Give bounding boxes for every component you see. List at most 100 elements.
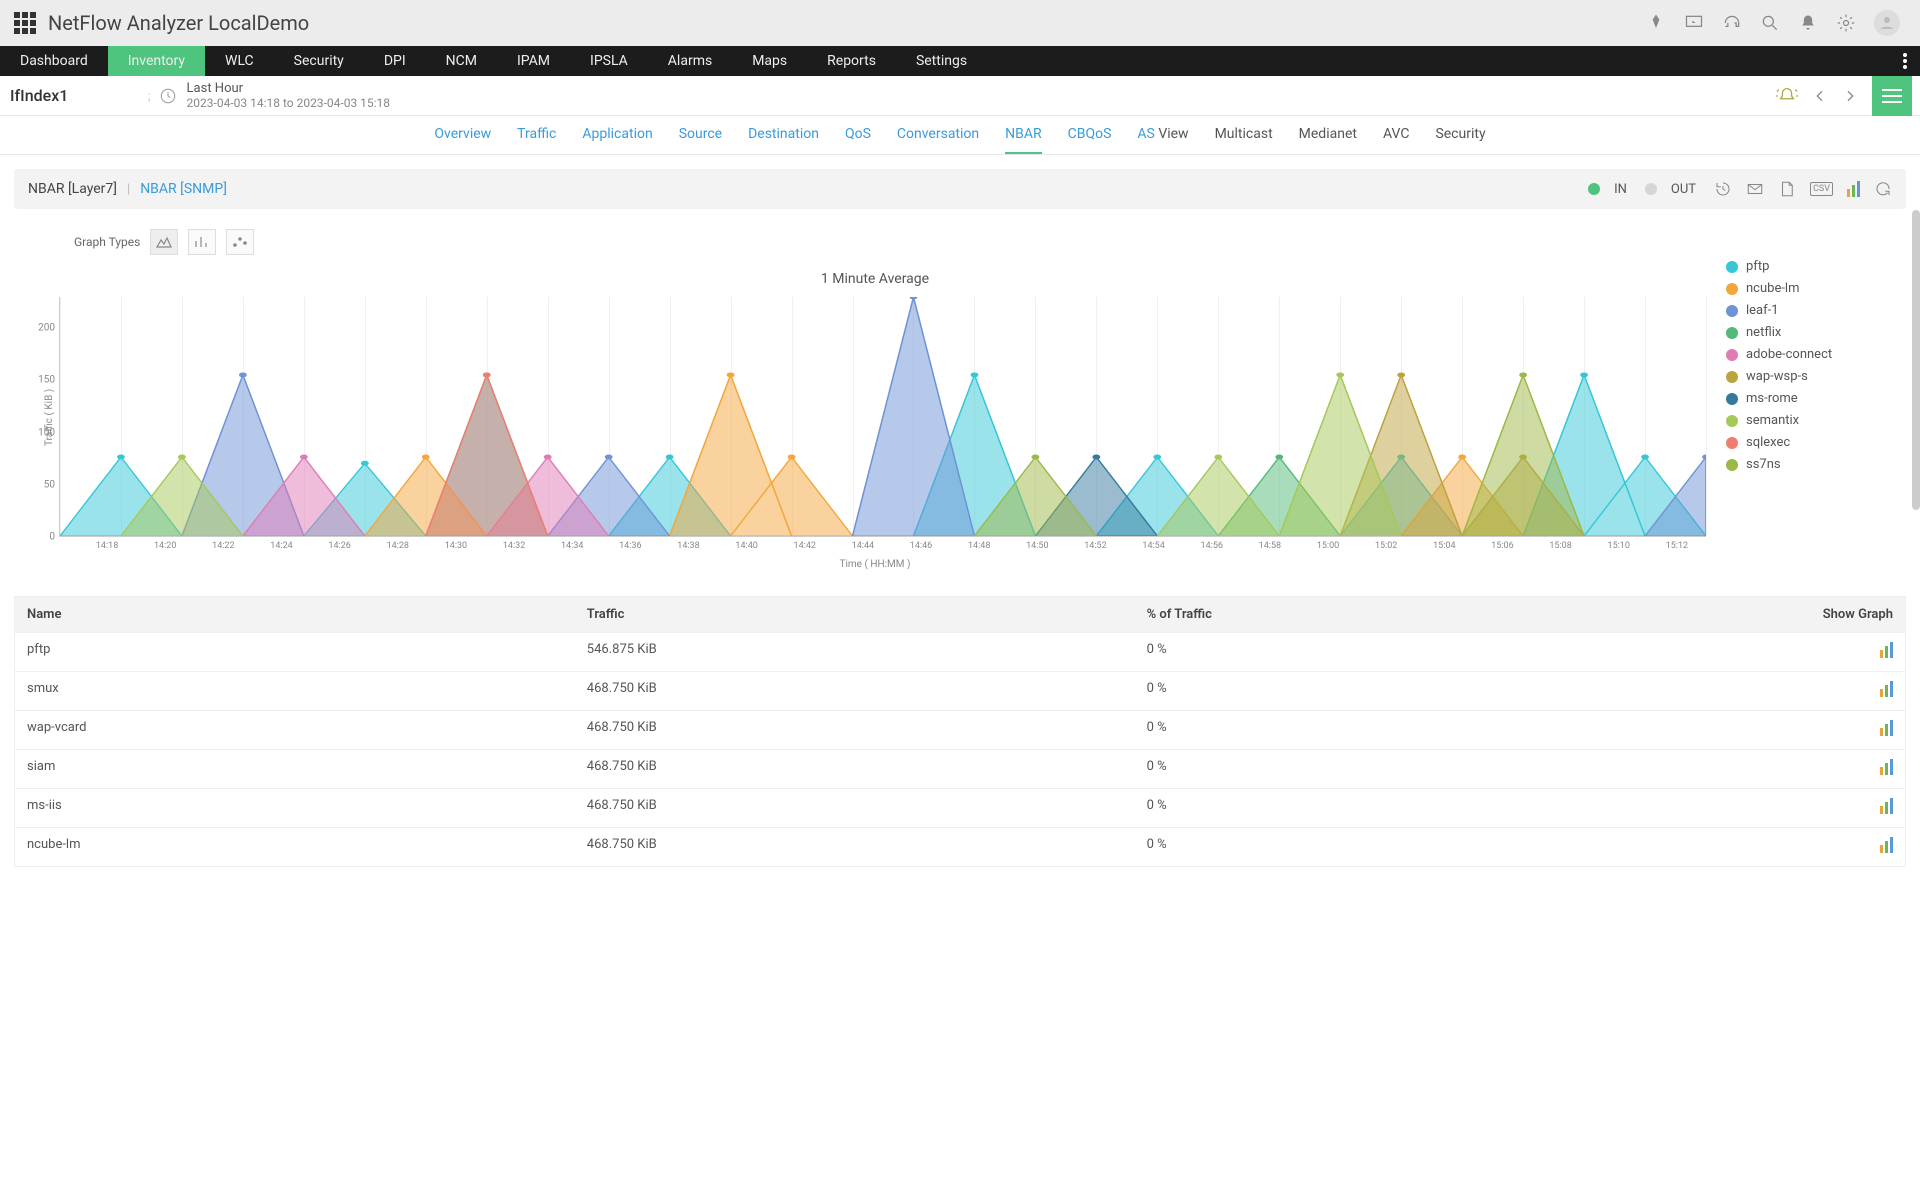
legend-semantix[interactable]: semantix bbox=[1726, 413, 1886, 428]
nav-dashboard[interactable]: Dashboard bbox=[0, 46, 108, 76]
tab-avc[interactable]: AVC bbox=[1383, 126, 1409, 154]
gear-icon[interactable] bbox=[1836, 13, 1856, 33]
nav-inventory[interactable]: Inventory bbox=[108, 46, 205, 76]
legend-ss7ns[interactable]: ss7ns bbox=[1726, 457, 1886, 472]
nav-ipam[interactable]: IPAM bbox=[497, 46, 570, 76]
alert-bell-icon[interactable] bbox=[1776, 85, 1798, 107]
table-row: siam 468.750 KiB 0 % bbox=[15, 749, 1905, 788]
out-dot[interactable] bbox=[1645, 183, 1657, 195]
search-icon[interactable] bbox=[1760, 13, 1780, 33]
legend-adobe-connect[interactable]: adobe-connect bbox=[1726, 347, 1886, 362]
y-tick: 200 bbox=[29, 323, 55, 334]
nav-maps[interactable]: Maps bbox=[732, 46, 807, 76]
col-name-header[interactable]: Name bbox=[27, 607, 587, 622]
legend-pftp[interactable]: pftp bbox=[1726, 259, 1886, 274]
legend-ms-rome[interactable]: ms-rome bbox=[1726, 391, 1886, 406]
tab-medianet[interactable]: Medianet bbox=[1299, 126, 1357, 154]
cell-name: ms-iis bbox=[27, 798, 587, 818]
show-graph-icon[interactable] bbox=[1880, 837, 1893, 853]
subheader-actions bbox=[1776, 76, 1912, 116]
legend-label: ss7ns bbox=[1746, 457, 1781, 472]
legend-label: leaf-1 bbox=[1746, 303, 1779, 318]
nav-ncm[interactable]: NCM bbox=[426, 46, 497, 76]
tab-conversation[interactable]: Conversation bbox=[897, 126, 979, 154]
history-icon[interactable] bbox=[1714, 180, 1732, 198]
time-range-block[interactable]: Last Hour 2023-04-03 14:18 to 2023-04-03… bbox=[187, 81, 391, 110]
tab-cbqos[interactable]: CBQoS bbox=[1068, 126, 1112, 154]
tab-as-view[interactable]: AS View bbox=[1137, 126, 1188, 154]
show-graph-icon[interactable] bbox=[1880, 759, 1893, 775]
cell-graph bbox=[1706, 681, 1893, 701]
chart-plot[interactable] bbox=[59, 297, 1706, 537]
chart-area: Graph Types 1 Minute Average Traffic ( K… bbox=[14, 209, 1906, 570]
nav-wlc[interactable]: WLC bbox=[205, 46, 274, 76]
headset-icon[interactable] bbox=[1722, 13, 1742, 33]
nav-ipsla[interactable]: IPSLA bbox=[570, 46, 648, 76]
tab-traffic[interactable]: Traffic bbox=[517, 126, 556, 154]
legend-swatch bbox=[1726, 415, 1738, 427]
y-tick: 100 bbox=[29, 427, 55, 438]
scrollbar[interactable] bbox=[1912, 210, 1920, 510]
tab-destination[interactable]: Destination bbox=[748, 126, 819, 154]
subtab-layer7[interactable]: NBAR [Layer7] bbox=[28, 181, 117, 197]
legend-swatch bbox=[1726, 283, 1738, 295]
x-tick: 14:26 bbox=[311, 541, 369, 551]
tab-security[interactable]: Security bbox=[1435, 126, 1485, 154]
subtab-snmp[interactable]: NBAR [SNMP] bbox=[140, 181, 227, 197]
user-avatar[interactable] bbox=[1874, 10, 1900, 36]
chevron-right-icon[interactable] bbox=[1842, 88, 1858, 104]
x-tick: 14:28 bbox=[369, 541, 427, 551]
x-tick: 14:30 bbox=[427, 541, 485, 551]
legend-label: wap-wsp-s bbox=[1746, 369, 1808, 384]
refresh-icon[interactable] bbox=[1874, 180, 1892, 198]
graph-types-label: Graph Types bbox=[74, 235, 140, 249]
show-graph-icon[interactable] bbox=[1880, 720, 1893, 736]
mail-icon[interactable] bbox=[1746, 180, 1764, 198]
legend-ncube-lm[interactable]: ncube-lm bbox=[1726, 281, 1886, 296]
col-traffic-header[interactable]: Traffic bbox=[587, 607, 1147, 622]
chevron-left-icon[interactable] bbox=[1812, 88, 1828, 104]
col-pct-header[interactable]: % of Traffic bbox=[1147, 607, 1707, 622]
legend-swatch bbox=[1726, 371, 1738, 383]
bell-icon[interactable] bbox=[1798, 13, 1818, 33]
show-graph-icon[interactable] bbox=[1880, 681, 1893, 697]
tab-source[interactable]: Source bbox=[679, 126, 722, 154]
x-tick: 15:08 bbox=[1532, 541, 1590, 551]
legend-wap-wsp-s[interactable]: wap-wsp-s bbox=[1726, 369, 1886, 384]
legend-netflix[interactable]: netflix bbox=[1726, 325, 1886, 340]
in-dot[interactable] bbox=[1588, 183, 1600, 195]
bars-icon[interactable] bbox=[1847, 181, 1860, 197]
apps-grid-icon[interactable] bbox=[14, 12, 36, 34]
x-tick: 14:40 bbox=[718, 541, 776, 551]
cell-graph bbox=[1706, 837, 1893, 857]
tab-nbar[interactable]: NBAR bbox=[1005, 126, 1041, 154]
tab-multicast[interactable]: Multicast bbox=[1215, 126, 1273, 154]
nav-reports[interactable]: Reports bbox=[807, 46, 896, 76]
rocket-icon[interactable] bbox=[1646, 13, 1666, 33]
legend-label: sqlexec bbox=[1746, 435, 1790, 450]
nav-dpi[interactable]: DPI bbox=[364, 46, 426, 76]
panel-header: NBAR [Layer7] | NBAR [SNMP] IN OUT CSV bbox=[14, 169, 1906, 209]
pdf-icon[interactable] bbox=[1778, 180, 1796, 198]
hamburger-menu[interactable] bbox=[1872, 76, 1912, 116]
nav-alarms[interactable]: Alarms bbox=[648, 46, 732, 76]
graph-type-bar[interactable] bbox=[188, 229, 216, 255]
csv-icon[interactable]: CSV bbox=[1810, 182, 1833, 196]
nav-security[interactable]: Security bbox=[274, 46, 364, 76]
presentation-icon[interactable] bbox=[1684, 13, 1704, 33]
nav-settings[interactable]: Settings bbox=[896, 46, 987, 76]
tab-application[interactable]: Application bbox=[582, 126, 652, 154]
legend-sqlexec[interactable]: sqlexec bbox=[1726, 435, 1886, 450]
cell-name: smux bbox=[27, 681, 587, 701]
period-range: 2023-04-03 14:18 to 2023-04-03 15:18 bbox=[187, 96, 391, 110]
graph-type-area[interactable] bbox=[150, 229, 178, 255]
tab-qos[interactable]: QoS bbox=[845, 126, 871, 154]
show-graph-icon[interactable] bbox=[1880, 642, 1893, 658]
stray-char: ; bbox=[148, 89, 151, 103]
tab-overview[interactable]: Overview bbox=[434, 126, 491, 154]
show-graph-icon[interactable] bbox=[1880, 798, 1893, 814]
legend-leaf-1[interactable]: leaf-1 bbox=[1726, 303, 1886, 318]
nav-more-icon[interactable] bbox=[1890, 46, 1920, 76]
graph-type-scatter[interactable] bbox=[226, 229, 254, 255]
x-tick: 14:54 bbox=[1125, 541, 1183, 551]
